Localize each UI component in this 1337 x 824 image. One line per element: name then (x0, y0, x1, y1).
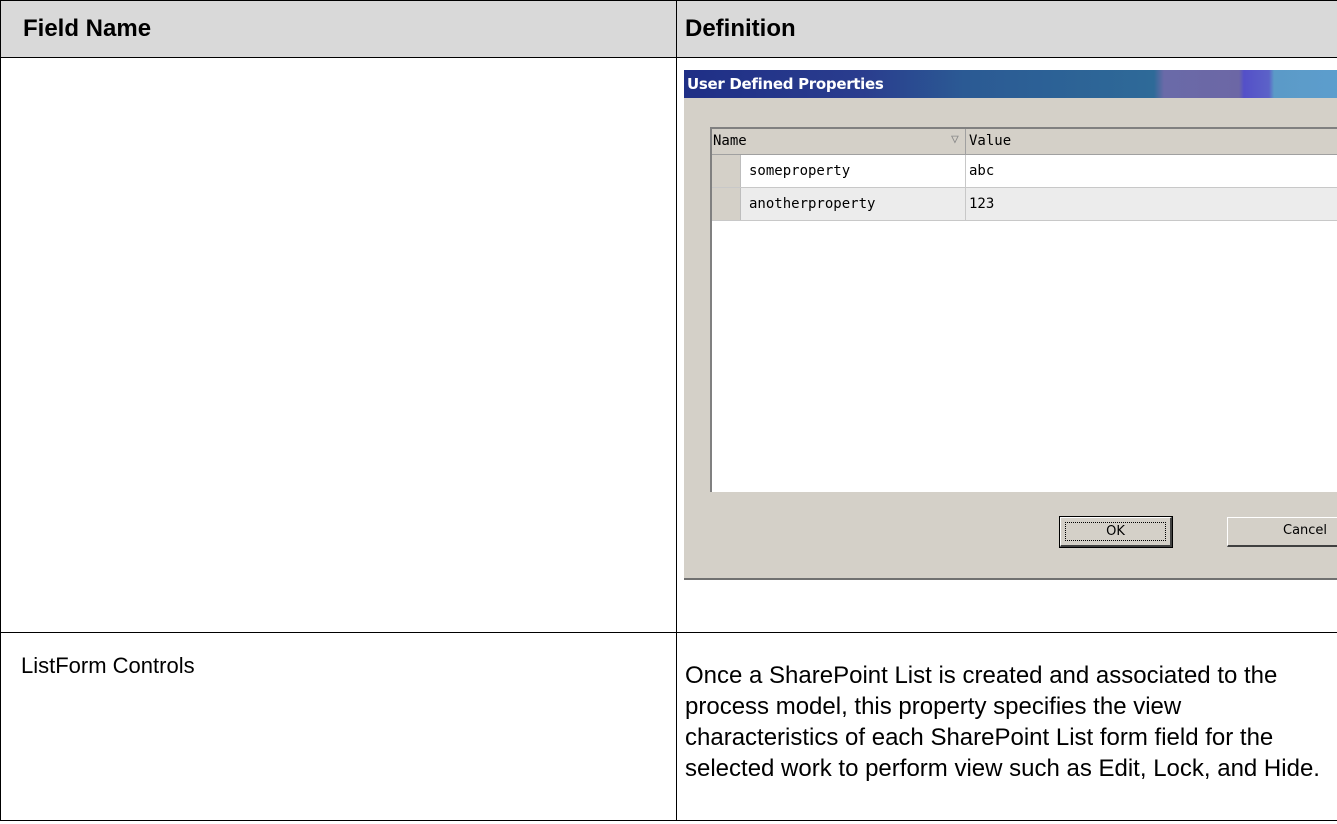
table-row[interactable]: anotherproperty 123 (712, 188, 1337, 221)
definition-cell-screenshot: User Defined Properties Name ▽ Value som… (676, 57, 1337, 633)
cell-divider (965, 155, 966, 187)
field-name-cell (0, 57, 677, 633)
cell-divider (965, 188, 966, 220)
properties-grid: Name ▽ Value someproperty abc anotherpro… (710, 127, 1337, 492)
dialog-title-bar: User Defined Properties (684, 70, 1337, 98)
table-row[interactable]: someproperty abc (712, 155, 1337, 188)
property-name[interactable]: someproperty (749, 163, 850, 179)
table-row: User Defined Properties Name ▽ Value som… (0, 57, 1337, 633)
property-value[interactable]: 123 (969, 196, 994, 212)
cancel-button[interactable]: Cancel (1227, 517, 1337, 547)
column-header-definition: Definition (676, 0, 1337, 58)
property-name[interactable]: anotherproperty (749, 196, 875, 212)
ok-button-label: OK (1065, 522, 1166, 541)
dialog-title: User Defined Properties (687, 75, 884, 93)
row-selector[interactable] (712, 155, 741, 187)
table-row: ListForm Controls Once a SharePoint List… (0, 632, 1337, 821)
field-definition-table: Field Name Definition User Defined Prope… (0, 0, 1337, 821)
column-header-field-name: Field Name (0, 0, 677, 58)
user-defined-properties-dialog: User Defined Properties Name ▽ Value som… (684, 70, 1337, 580)
definition-cell: Once a SharePoint List is created and as… (676, 632, 1337, 821)
field-name-cell: ListForm Controls (0, 632, 677, 821)
column-divider[interactable] (965, 129, 966, 154)
table-header-row: Field Name Definition (0, 0, 1337, 58)
sort-indicator-icon[interactable]: ▽ (951, 132, 959, 147)
grid-header: Name ▽ Value (712, 129, 1337, 155)
name-column-header[interactable]: Name (713, 133, 747, 149)
property-value[interactable]: abc (969, 163, 994, 179)
ok-button[interactable]: OK (1059, 516, 1173, 548)
value-column-header[interactable]: Value (969, 133, 1011, 149)
row-selector[interactable] (712, 188, 741, 220)
